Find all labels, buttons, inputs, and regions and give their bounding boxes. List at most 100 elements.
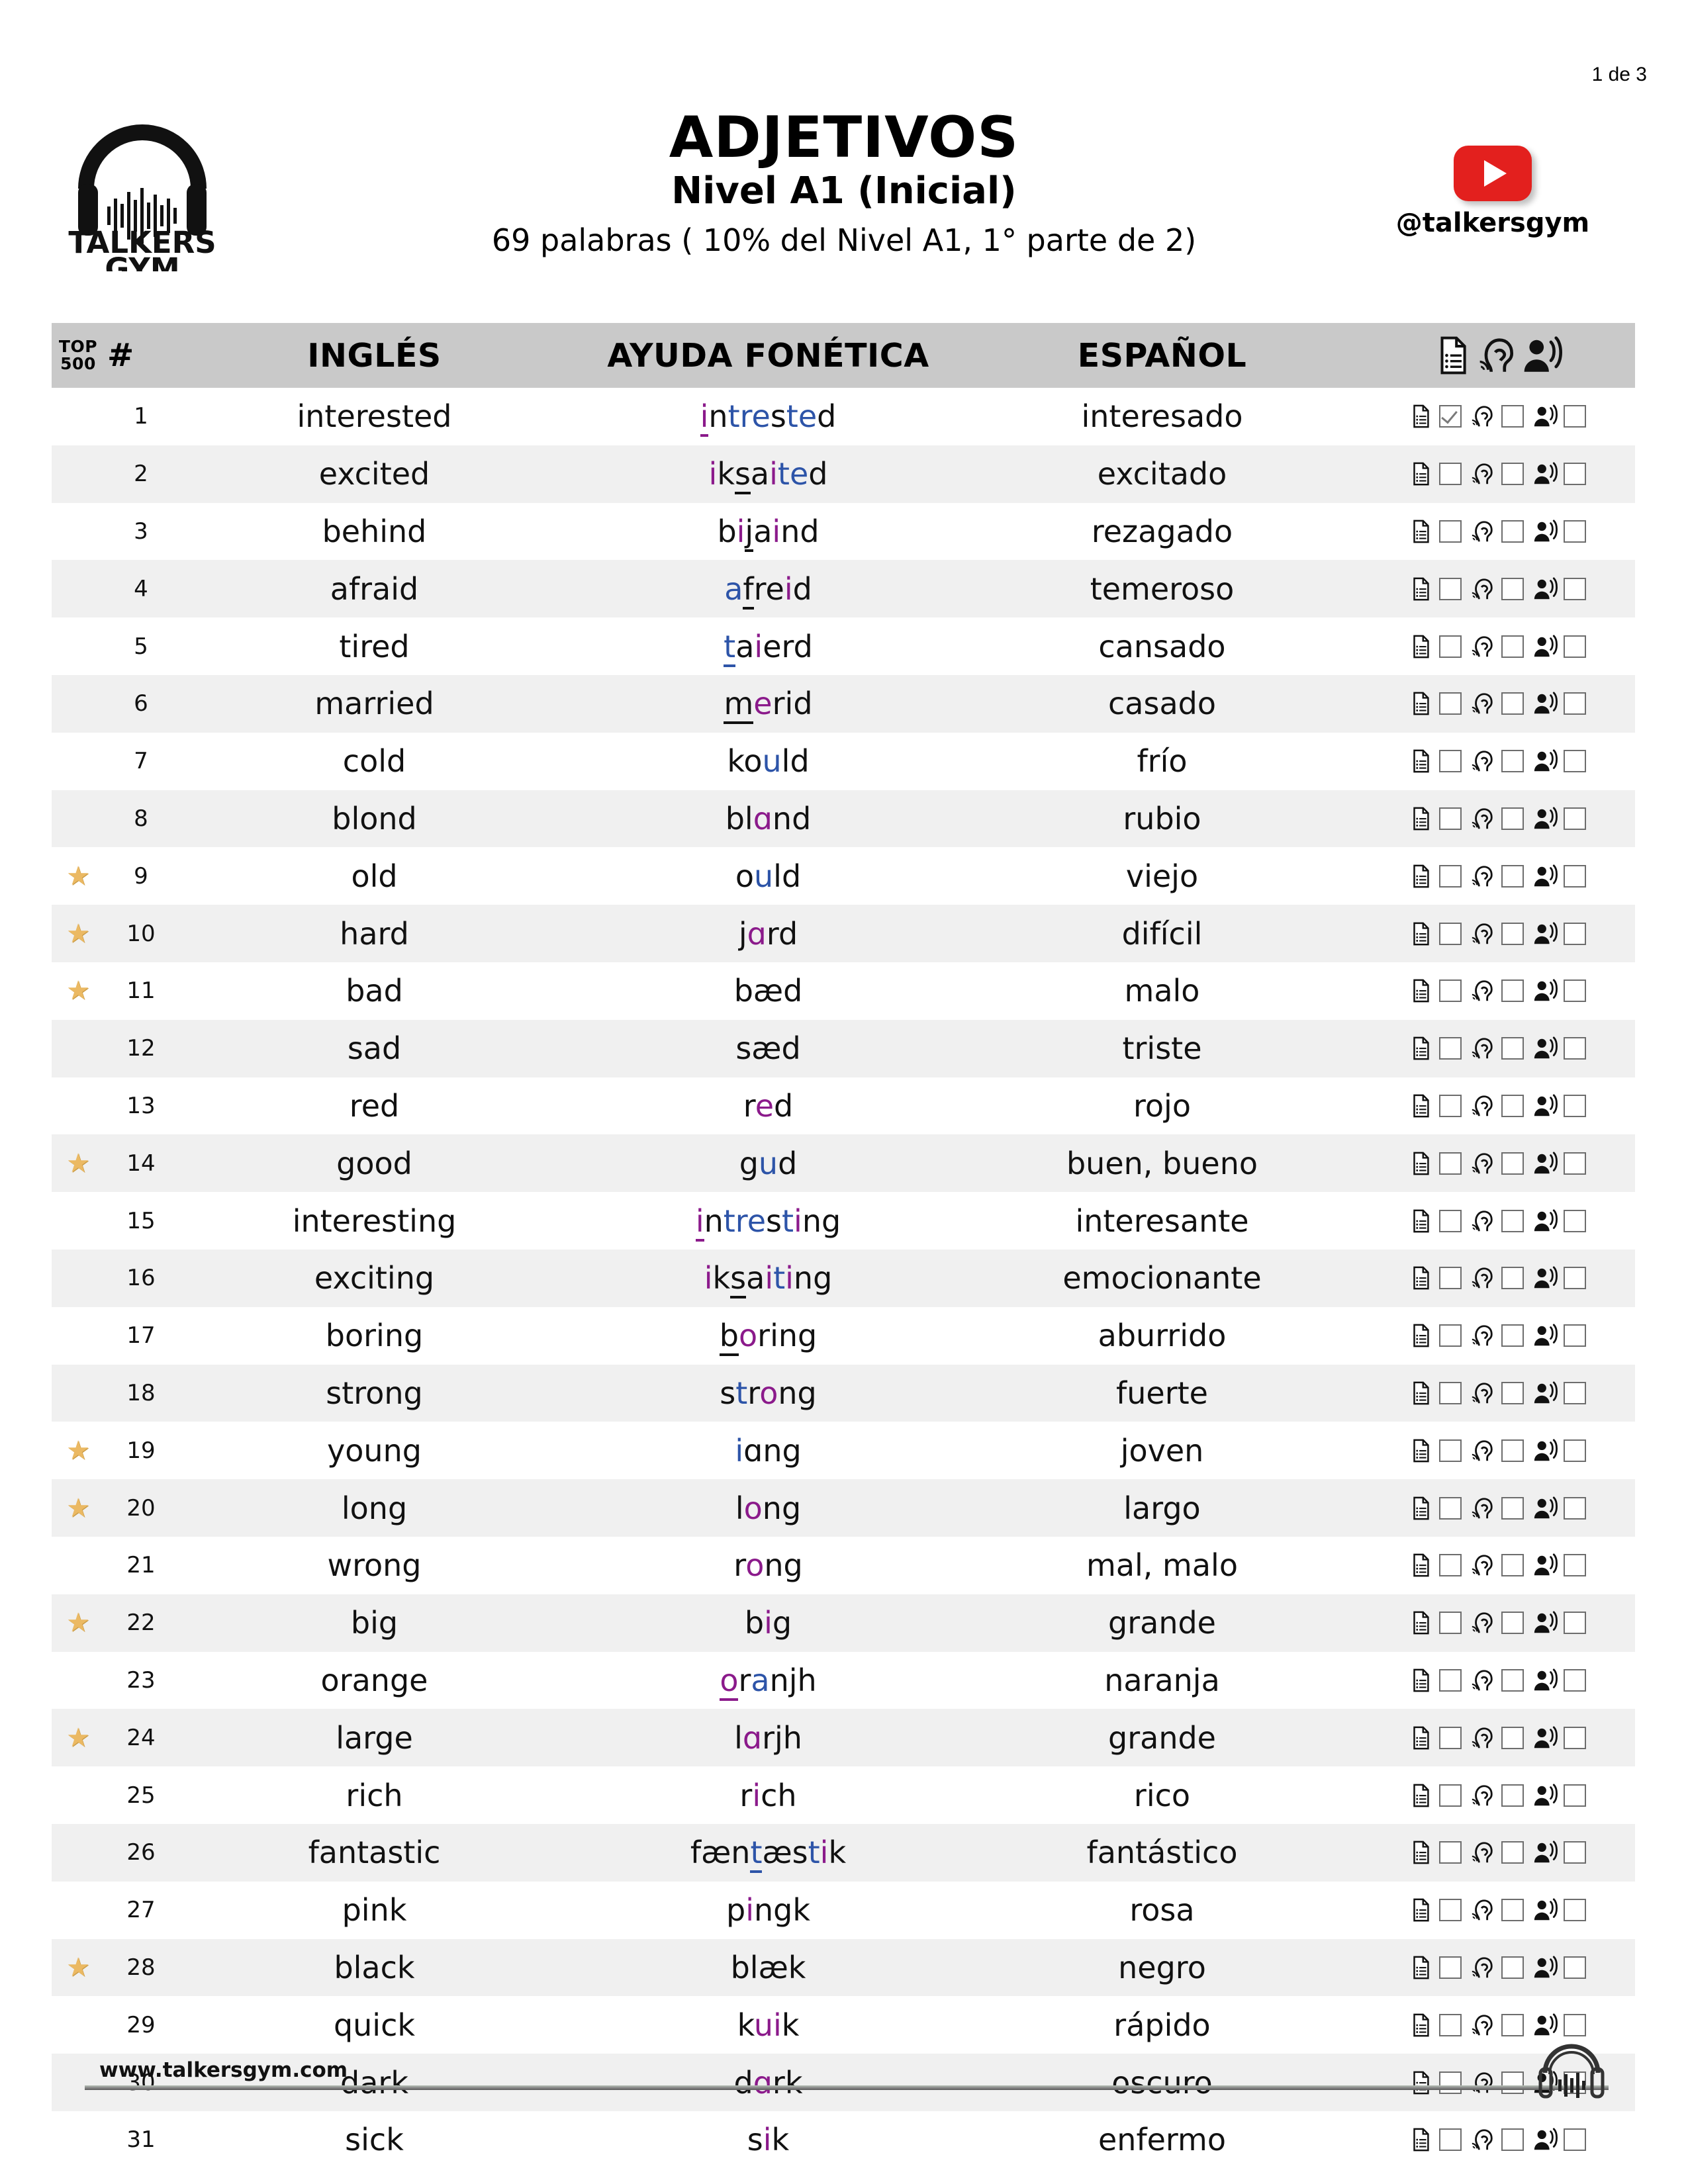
checkbox-speak[interactable]	[1564, 1841, 1586, 1864]
checkbox-read[interactable]	[1439, 692, 1462, 715]
table-row: ★ 9 old ould viejo	[52, 847, 1635, 905]
checkbox-read[interactable]	[1439, 1037, 1462, 1060]
checkbox-read[interactable]	[1439, 1381, 1462, 1404]
checkbox-listen[interactable]	[1501, 692, 1524, 715]
checkbox-listen[interactable]	[1501, 1784, 1524, 1807]
checkbox-listen[interactable]	[1501, 1668, 1524, 1692]
checkbox-listen[interactable]	[1501, 1612, 1524, 1635]
person-speaking-icon	[1532, 461, 1558, 486]
english-word: orange	[177, 1651, 571, 1709]
english-word: blond	[177, 790, 571, 848]
checkbox-read[interactable]	[1439, 807, 1462, 830]
checkbox-listen[interactable]	[1501, 922, 1524, 945]
checkbox-read[interactable]	[1439, 520, 1462, 543]
checkbox-listen[interactable]	[1501, 1094, 1524, 1117]
checkbox-speak[interactable]	[1564, 979, 1586, 1003]
checkbox-speak[interactable]	[1564, 1037, 1586, 1060]
youtube-block[interactable]: @talkersgym	[1367, 146, 1618, 238]
checkbox-speak[interactable]	[1564, 1094, 1586, 1117]
checkbox-read[interactable]	[1439, 922, 1462, 945]
footer-website[interactable]: www.talkersgym.com	[99, 2058, 348, 2082]
checkbox-speak[interactable]	[1564, 692, 1586, 715]
checkbox-listen[interactable]	[1501, 750, 1524, 773]
checkbox-speak[interactable]	[1564, 635, 1586, 658]
checkbox-listen[interactable]	[1501, 1439, 1524, 1462]
phonetic-letter: o	[743, 1490, 763, 1526]
checkbox-speak[interactable]	[1564, 1668, 1586, 1692]
english-word: exciting	[177, 1249, 571, 1307]
checkbox-listen[interactable]	[1501, 463, 1524, 486]
checkbox-read[interactable]	[1439, 1784, 1462, 1807]
checkbox-read[interactable]	[1439, 1209, 1462, 1232]
checkbox-speak[interactable]	[1564, 520, 1586, 543]
youtube-play-icon[interactable]	[1454, 146, 1532, 201]
checkbox-read[interactable]	[1439, 463, 1462, 486]
checkbox-speak[interactable]	[1564, 922, 1586, 945]
checkbox-read[interactable]	[1439, 1496, 1462, 1520]
checkbox-read[interactable]	[1439, 1841, 1462, 1864]
checkbox-listen[interactable]	[1501, 2128, 1524, 2152]
spanish-word: cansado	[965, 617, 1359, 675]
checkbox-speak[interactable]	[1564, 1612, 1586, 1635]
checkbox-listen[interactable]	[1501, 807, 1524, 830]
checkbox-listen[interactable]	[1501, 635, 1524, 658]
checkbox-speak[interactable]	[1564, 1784, 1586, 1807]
checkbox-speak[interactable]	[1564, 1439, 1586, 1462]
checkbox-speak[interactable]	[1564, 1899, 1586, 1922]
checkbox-listen[interactable]	[1501, 979, 1524, 1003]
checkbox-read[interactable]	[1439, 1439, 1462, 1462]
checkbox-speak[interactable]	[1564, 1324, 1586, 1347]
phonetic-help: blɑnd	[571, 790, 965, 848]
checkbox-read[interactable]	[1439, 1152, 1462, 1175]
checkbox-read[interactable]	[1439, 577, 1462, 600]
checkbox-listen[interactable]	[1501, 1152, 1524, 1175]
checkbox-speak[interactable]	[1564, 2128, 1586, 2152]
checkbox-listen[interactable]	[1501, 1899, 1524, 1922]
phonetic-letter: n	[762, 1490, 782, 1526]
checkbox-speak[interactable]	[1564, 1267, 1586, 1290]
checkbox-read[interactable]	[1439, 1324, 1462, 1347]
checkbox-speak[interactable]	[1564, 1496, 1586, 1520]
checkbox-read[interactable]	[1439, 864, 1462, 887]
checkbox-listen[interactable]	[1501, 405, 1524, 428]
checkbox-read[interactable]	[1439, 1267, 1462, 1290]
checkbox-read[interactable]	[1439, 1899, 1462, 1922]
checkbox-speak[interactable]	[1564, 807, 1586, 830]
checkbox-listen[interactable]	[1501, 1037, 1524, 1060]
checkbox-read[interactable]	[1439, 979, 1462, 1003]
checkbox-speak[interactable]	[1564, 577, 1586, 600]
checkbox-speak[interactable]	[1564, 1554, 1586, 1577]
checkbox-speak[interactable]	[1564, 1152, 1586, 1175]
checkbox-read[interactable]	[1439, 1668, 1462, 1692]
checkbox-read[interactable]	[1439, 750, 1462, 773]
checkbox-speak[interactable]	[1564, 1209, 1586, 1232]
checkbox-read[interactable]	[1439, 405, 1462, 428]
checkbox-listen[interactable]	[1501, 1554, 1524, 1577]
checkbox-speak[interactable]	[1564, 405, 1586, 428]
checkbox-listen[interactable]	[1501, 1956, 1524, 1979]
checkbox-listen[interactable]	[1501, 1209, 1524, 1232]
checkbox-speak[interactable]	[1564, 1726, 1586, 1749]
checkbox-listen[interactable]	[1501, 864, 1524, 887]
checkbox-speak[interactable]	[1564, 1956, 1586, 1979]
checkbox-speak[interactable]	[1564, 1381, 1586, 1404]
checkbox-listen[interactable]	[1501, 577, 1524, 600]
checkbox-read[interactable]	[1439, 1612, 1462, 1635]
checkbox-read[interactable]	[1439, 2128, 1462, 2152]
checkbox-listen[interactable]	[1501, 1267, 1524, 1290]
checkbox-read[interactable]	[1439, 635, 1462, 658]
checkbox-listen[interactable]	[1501, 1324, 1524, 1347]
checkbox-read[interactable]	[1439, 1726, 1462, 1749]
checkbox-speak[interactable]	[1564, 750, 1586, 773]
checkbox-read[interactable]	[1439, 1554, 1462, 1577]
checkbox-read[interactable]	[1439, 1094, 1462, 1117]
checkbox-listen[interactable]	[1501, 1841, 1524, 1864]
checkbox-speak[interactable]	[1564, 864, 1586, 887]
checkbox-listen[interactable]	[1501, 1726, 1524, 1749]
checkbox-listen[interactable]	[1501, 1381, 1524, 1404]
checkbox-listen[interactable]	[1501, 1496, 1524, 1520]
checkbox-read[interactable]	[1439, 1956, 1462, 1979]
checkbox-speak[interactable]	[1564, 463, 1586, 486]
youtube-handle[interactable]: @talkersgym	[1367, 208, 1618, 238]
checkbox-listen[interactable]	[1501, 520, 1524, 543]
